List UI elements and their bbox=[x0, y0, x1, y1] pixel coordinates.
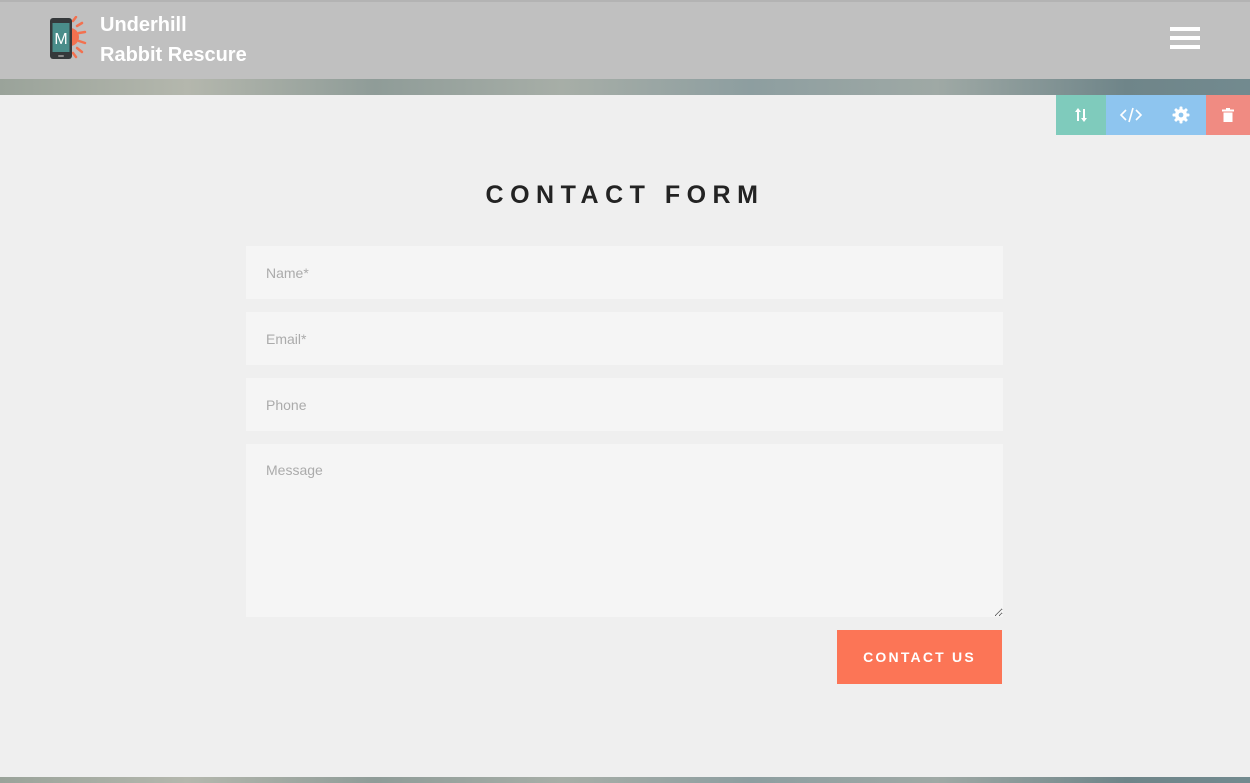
background-image-strip-bottom bbox=[0, 777, 1250, 783]
top-navbar: M Underhill Rabbit Rescure bbox=[0, 0, 1250, 79]
logo-icon[interactable]: M bbox=[46, 15, 90, 62]
brand-name[interactable]: Underhill Rabbit Rescure bbox=[100, 10, 247, 70]
brand-line-2: Rabbit Rescure bbox=[100, 44, 247, 66]
code-icon[interactable] bbox=[1106, 95, 1156, 135]
block-toolbar bbox=[1056, 95, 1250, 135]
form-title: CONTACT FORM bbox=[485, 181, 765, 209]
phone-field[interactable] bbox=[246, 378, 1003, 431]
contact-us-button[interactable]: CONTACT US bbox=[837, 630, 1002, 684]
sort-arrows-icon[interactable] bbox=[1056, 95, 1106, 135]
logo-letter: M bbox=[54, 31, 67, 48]
contact-form-section: CONTACT FORM CONTACT US bbox=[0, 95, 1250, 777]
trash-icon[interactable] bbox=[1206, 95, 1250, 135]
name-field[interactable] bbox=[246, 246, 1003, 299]
email-field[interactable] bbox=[246, 312, 1003, 365]
background-image-strip bbox=[0, 79, 1250, 95]
hamburger-menu-icon[interactable] bbox=[1168, 26, 1202, 52]
message-field[interactable] bbox=[246, 444, 1003, 617]
gear-icon[interactable] bbox=[1156, 95, 1206, 135]
brand-line-1: Underhill bbox=[100, 14, 187, 36]
